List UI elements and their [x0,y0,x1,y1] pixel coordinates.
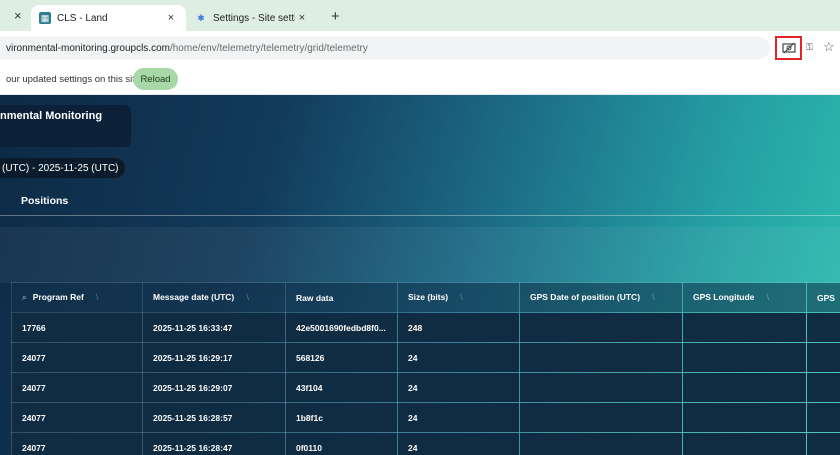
browser-toolbar: vironmental-monitoring.groupcls.com/home… [0,31,840,64]
url-path: /home/env/telemetry/telemetry/grid/telem… [169,42,368,54]
column-header-gps-date[interactable]: GPS Date of position (UTC) ⧵ [519,282,683,313]
cell-message-date: 2025-11-25 16:28:57 [142,402,286,433]
app-title: nmental Monitoring [0,110,103,122]
cell-gps-date [519,432,683,455]
cell-size: 24 [397,372,520,403]
eye-slash-icon [781,42,796,54]
tab-cls-land[interactable]: ▦ CLS - Land × [31,5,186,31]
key-icon[interactable]: ⚿ [806,42,813,53]
table-row[interactable]: 24077 2025-11-25 16:29:07 43f104 24 [11,372,840,403]
cell-gps-date [519,312,683,343]
cell-raw-data: 0f0110 [285,432,398,455]
tab-site-settings[interactable]: ✱ Settings - Site settings × [187,5,317,31]
cell-gps [806,342,840,373]
sort-icon[interactable]: ⧵ [96,292,99,302]
cell-raw-data: 43f104 [285,372,398,403]
cell-raw-data: 568126 [285,342,398,373]
new-tab-icon[interactable]: + [331,8,340,25]
sort-icon[interactable]: ⧵ [246,292,249,302]
bookmark-star-icon[interactable]: ☆ [823,39,835,55]
cell-gps [806,402,840,433]
column-header-gps-longitude[interactable]: GPS Longitude ⧵ [682,282,807,313]
cell-gps [806,372,840,403]
tab-title: CLS - Land [57,12,108,24]
cell-size: 24 [397,402,520,433]
column-header-message-date[interactable]: Message date (UTC) ⧵ [142,282,286,313]
cell-program-ref: 24077 [11,402,143,433]
cell-message-date: 2025-11-25 16:33:47 [142,312,286,343]
app-page: nmental Monitoring (UTC) - 2025-11-25 (U… [0,95,840,455]
cell-gps-longitude [682,342,807,373]
cell-message-date: 2025-11-25 16:29:07 [142,372,286,403]
search-icon[interactable]: ⌕ [22,292,27,303]
reload-button[interactable]: Reload [133,68,178,90]
table-row[interactable]: 24077 2025-11-25 16:28:57 1b8f1c 24 [11,402,840,433]
tab-close-icon[interactable]: × [164,12,178,24]
column-header-program-ref[interactable]: ⌕ Program Ref ⧵ [11,282,143,313]
cell-gps-longitude [682,372,807,403]
close-icon[interactable]: × [14,8,22,23]
tab-close-icon[interactable]: × [295,12,309,24]
cell-size: 24 [397,432,520,455]
cell-gps [806,432,840,455]
cell-gps-longitude [682,312,807,343]
cell-program-ref: 24077 [11,432,143,455]
cell-size: 248 [397,312,520,343]
date-range-chip[interactable]: (UTC) - 2025-11-25 (UTC) [0,158,125,178]
tab-positions[interactable]: Positions [21,195,68,207]
sort-icon[interactable]: ⧵ [766,292,769,302]
settings-infobar: our updated settings on this site Reload [0,64,840,95]
column-header-gps[interactable]: GPS [806,282,840,313]
cell-program-ref: 17766 [11,312,143,343]
cell-program-ref: 24077 [11,372,143,403]
cell-program-ref: 24077 [11,342,143,373]
cell-gps-date [519,402,683,433]
table-row[interactable]: 24077 2025-11-25 16:28:47 0f0110 24 [11,432,840,455]
browser-tab-strip: × ▦ CLS - Land × ✱ Settings - Site setti… [0,0,840,31]
table-row[interactable]: 17766 2025-11-25 16:33:47 42e5001690fedb… [11,312,840,343]
tab-title: Settings - Site settings [213,12,295,24]
url-host: vironmental-monitoring.groupcls.com [6,42,170,54]
infobar-message: our updated settings on this site [6,74,141,85]
cell-gps-longitude [682,432,807,455]
gear-icon: ✱ [197,12,205,23]
tab-divider [0,215,840,216]
cell-size: 24 [397,342,520,373]
sort-icon[interactable]: ⧵ [460,292,463,302]
cell-message-date: 2025-11-25 16:28:47 [142,432,286,455]
cell-gps-longitude [682,402,807,433]
column-header-raw-data[interactable]: Raw data [285,282,398,313]
cls-logo-icon: ▦ [39,12,51,24]
column-header-size[interactable]: Size (bits) ⧵ [397,282,520,313]
cell-raw-data: 42e5001690fedbd8f0... [285,312,398,343]
sort-icon[interactable]: ⧵ [652,292,655,302]
cell-message-date: 2025-11-25 16:29:17 [142,342,286,373]
cell-raw-data: 1b8f1c [285,402,398,433]
cell-gps-date [519,372,683,403]
tracking-protection-icon[interactable] [775,36,802,60]
telemetry-grid: ⌕ Program Ref ⧵ Message date (UTC) ⧵ Raw da… [11,282,840,455]
address-bar[interactable]: vironmental-monitoring.groupcls.com/home… [0,37,770,59]
cell-gps [806,312,840,343]
filter-band [0,227,840,283]
cell-gps-date [519,342,683,373]
table-row[interactable]: 24077 2025-11-25 16:29:17 568126 24 [11,342,840,373]
table-header-row: ⌕ Program Ref ⧵ Message date (UTC) ⧵ Raw da… [11,282,840,313]
